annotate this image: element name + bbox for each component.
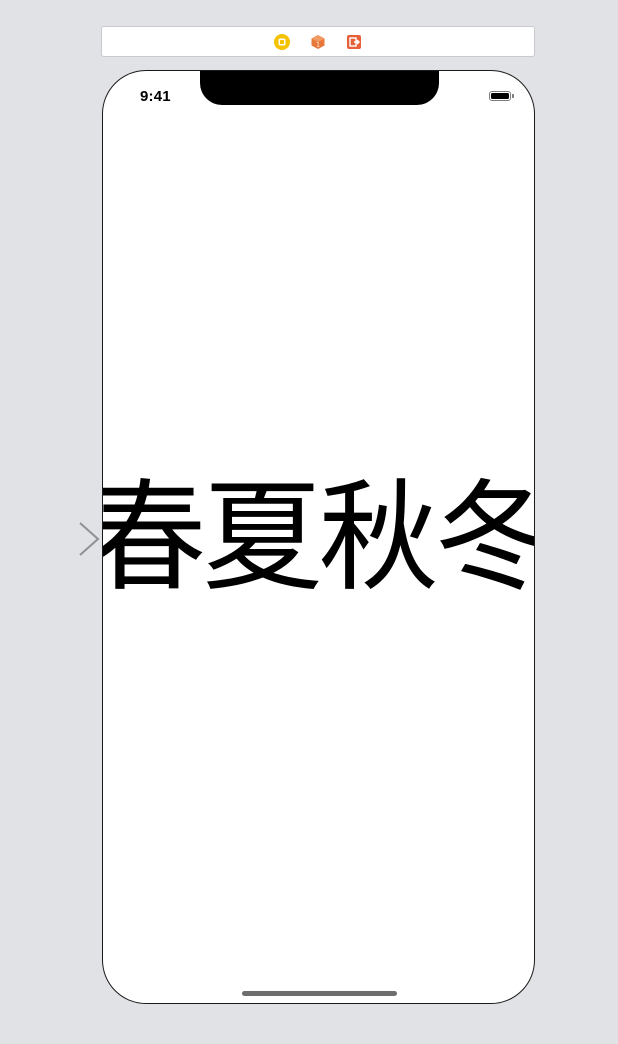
battery-cap (512, 94, 514, 98)
status-time: 9:41 (140, 88, 171, 105)
first-responder-icon[interactable]: 1 (309, 33, 327, 51)
entry-arrow-icon (0, 522, 100, 556)
scene-dock: 1 (101, 26, 535, 57)
battery-fill (491, 93, 509, 99)
storyboard-canvas: 1 9:41 春夏秋冬 (0, 0, 618, 1044)
battery-icon (489, 91, 511, 101)
device-notch (200, 71, 439, 105)
svg-text:1: 1 (316, 41, 320, 48)
view-controller-icon[interactable] (273, 33, 291, 51)
home-indicator (242, 991, 397, 996)
main-label[interactable]: 春夏秋冬 (103, 479, 534, 599)
exit-icon[interactable] (345, 33, 363, 51)
iphone-scene: 9:41 春夏秋冬 (102, 70, 535, 1004)
